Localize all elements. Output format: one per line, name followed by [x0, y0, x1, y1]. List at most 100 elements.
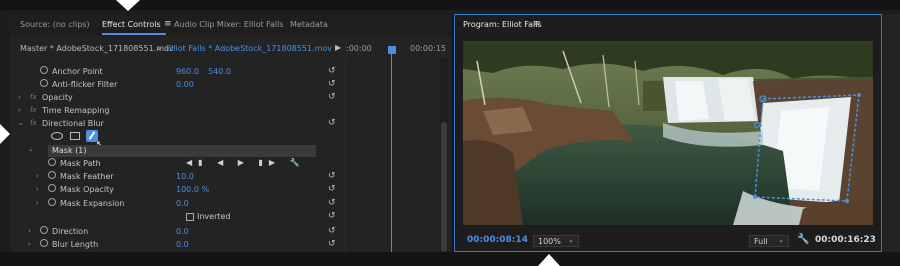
blur-length-value[interactable]: 0.0 [176, 240, 189, 249]
anti-flicker-label: Anti-flicker Filter [52, 80, 118, 89]
mask-expansion-value[interactable]: 0.0 [176, 199, 189, 208]
chevron-right-icon[interactable]: › [18, 93, 21, 101]
tab-audio-clip-mixer[interactable]: Audio Clip Mixer: Elliot Falls [174, 20, 284, 29]
reset-icon[interactable]: ↺ [328, 239, 336, 249]
chevron-right-icon[interactable]: › [18, 106, 21, 114]
direction-value[interactable]: 0.0 [176, 227, 189, 236]
tab-source[interactable]: Source: (no clips) [20, 20, 90, 29]
property-row-direction: › Direction 0.0 ↺ [10, 226, 345, 239]
fx-badge: fx [30, 93, 37, 101]
anchor-point-x-value[interactable]: 960.0 [176, 67, 199, 76]
direction-label: Direction [52, 227, 89, 236]
stopwatch-icon[interactable] [40, 66, 48, 74]
pointer-arrow-bottom [538, 254, 560, 266]
quality-value: Full [754, 237, 768, 246]
reset-icon[interactable]: ↺ [328, 198, 336, 208]
mask-path-label: Mask Path [60, 159, 101, 168]
property-row-mask-expansion: › Mask Expansion 0.0 ↺ [10, 198, 345, 211]
stopwatch-icon[interactable] [40, 226, 48, 234]
reset-icon[interactable]: ↺ [328, 171, 336, 181]
reset-icon[interactable]: ↺ [328, 118, 336, 128]
effect-row-directional-blur[interactable]: ⌄ fx Directional Blur ↺ [10, 118, 345, 131]
zoom-value: 100% [538, 237, 561, 246]
effect-controls-panel: Source: (no clips) Effect Controls ≡ Aud… [10, 14, 452, 252]
mask-row[interactable]: Mask (1) [48, 145, 316, 157]
pointer-arrow-left [0, 124, 10, 144]
waterfall-frame-image [463, 41, 873, 225]
mask-feather-label: Mask Feather [60, 172, 114, 181]
reset-icon[interactable]: ↺ [328, 226, 336, 236]
mask-tracking-controls[interactable]: ◀▮ ◀ ▶ ▮▶ 🔧 [186, 158, 306, 167]
active-tab-indicator [102, 33, 166, 35]
property-row-anchor-point: Anchor Point 960.0 540.0 ↺ [10, 66, 345, 79]
program-monitor-panel: Program: Elliot Falls ≡ 00:00:08:14 100%… [454, 14, 882, 252]
fx-badge: fx [30, 106, 37, 114]
playback-resolution-select[interactable]: Full ⌄ [749, 235, 789, 247]
panel-menu-icon[interactable]: ≡ [164, 19, 172, 29]
tab-effect-controls[interactable]: Effect Controls [102, 20, 161, 29]
wrench-icon[interactable]: 🔧 [797, 234, 809, 245]
mask-feather-value[interactable]: 10.0 [176, 172, 194, 181]
chevron-right-icon[interactable]: › [28, 227, 31, 235]
property-row-mask-opacity: › Mask Opacity 100.0 % ↺ [10, 184, 345, 197]
current-timecode[interactable]: 00:00:08:14 [467, 235, 528, 245]
stopwatch-icon[interactable] [48, 158, 56, 166]
chevron-down-icon[interactable]: ⌄ [28, 145, 34, 153]
tab-metadata[interactable]: Metadata [290, 20, 328, 29]
pointer-arrow-top [116, 0, 140, 11]
chevron-right-icon[interactable]: › [28, 240, 31, 248]
mask-opacity-label: Mask Opacity [60, 185, 114, 194]
chevron-down-icon: ⌄ [568, 236, 574, 244]
scrollbar-thumb[interactable] [441, 122, 447, 252]
panel-menu-icon[interactable]: ≡ [533, 19, 541, 29]
timeline-end-label: 00:00:15 [410, 44, 446, 53]
rectangle-mask-icon[interactable] [70, 132, 80, 140]
chevron-right-icon[interactable]: › [36, 199, 39, 207]
reset-icon[interactable]: ↺ [328, 66, 336, 76]
reset-icon[interactable]: ↺ [328, 211, 336, 221]
chevron-right-icon[interactable]: › [36, 172, 39, 180]
ellipse-mask-icon[interactable] [51, 132, 63, 140]
sequence-clip-label[interactable]: Elliot Falls * AdobeStock_171808551.mov [166, 44, 332, 53]
property-row-mask-feather: › Mask Feather 10.0 ↺ [10, 171, 345, 184]
opacity-label: Opacity [42, 93, 73, 102]
video-preview[interactable] [463, 41, 873, 225]
duration-timecode: 00:00:16:23 [815, 235, 876, 245]
master-dropdown-icon[interactable]: ⌄ [156, 43, 163, 52]
zoom-select[interactable]: 100% ⌄ [533, 235, 579, 247]
frame-bottom [0, 252, 900, 266]
stopwatch-icon[interactable] [48, 198, 56, 206]
mask-expansion-label: Mask Expansion [60, 199, 125, 208]
chevron-down-icon: ⌄ [778, 236, 784, 244]
playhead-line [391, 54, 392, 252]
effect-row-opacity[interactable]: › fx Opacity ↺ [10, 92, 345, 105]
inverted-label: Inverted [197, 212, 231, 221]
program-monitor-title[interactable]: Program: Elliot Falls [463, 20, 542, 29]
fx-badge: fx [30, 119, 37, 127]
stopwatch-icon[interactable] [48, 171, 56, 179]
right-gutter [882, 14, 900, 252]
anchor-point-y-value[interactable]: 540.0 [208, 67, 231, 76]
timeline-start-label: :00:00 [346, 44, 372, 53]
chevron-right-icon[interactable]: › [36, 185, 39, 193]
blur-length-label: Blur Length [52, 240, 99, 249]
mask-opacity-value[interactable]: 100.0 % [176, 185, 209, 194]
reset-icon[interactable]: ↺ [328, 184, 336, 194]
stopwatch-icon[interactable] [48, 184, 56, 192]
directional-blur-label: Directional Blur [42, 119, 104, 128]
stopwatch-icon[interactable] [40, 239, 48, 247]
timeline-divider [345, 58, 346, 252]
play-icon[interactable]: ▶ [335, 43, 341, 52]
property-row-anti-flicker: Anti-flicker Filter 0.00 ↺ [10, 79, 345, 92]
clip-header-row: Master * AdobeStock_171808551.mov ⌄ Elli… [10, 42, 452, 56]
panel-tab-bar: Source: (no clips) Effect Controls ≡ Aud… [10, 14, 452, 36]
reset-icon[interactable]: ↺ [328, 79, 336, 89]
playhead-handle[interactable] [388, 46, 396, 54]
inverted-checkbox[interactable] [186, 213, 194, 221]
master-clip-label[interactable]: Master * AdobeStock_171808551.mov [20, 44, 174, 53]
reset-icon[interactable]: ↺ [328, 92, 336, 102]
chevron-down-icon[interactable]: ⌄ [18, 119, 24, 127]
stopwatch-icon[interactable] [40, 79, 48, 87]
anti-flicker-value[interactable]: 0.00 [176, 80, 194, 89]
effect-row-time-remapping[interactable]: › fx Time Remapping [10, 105, 345, 118]
